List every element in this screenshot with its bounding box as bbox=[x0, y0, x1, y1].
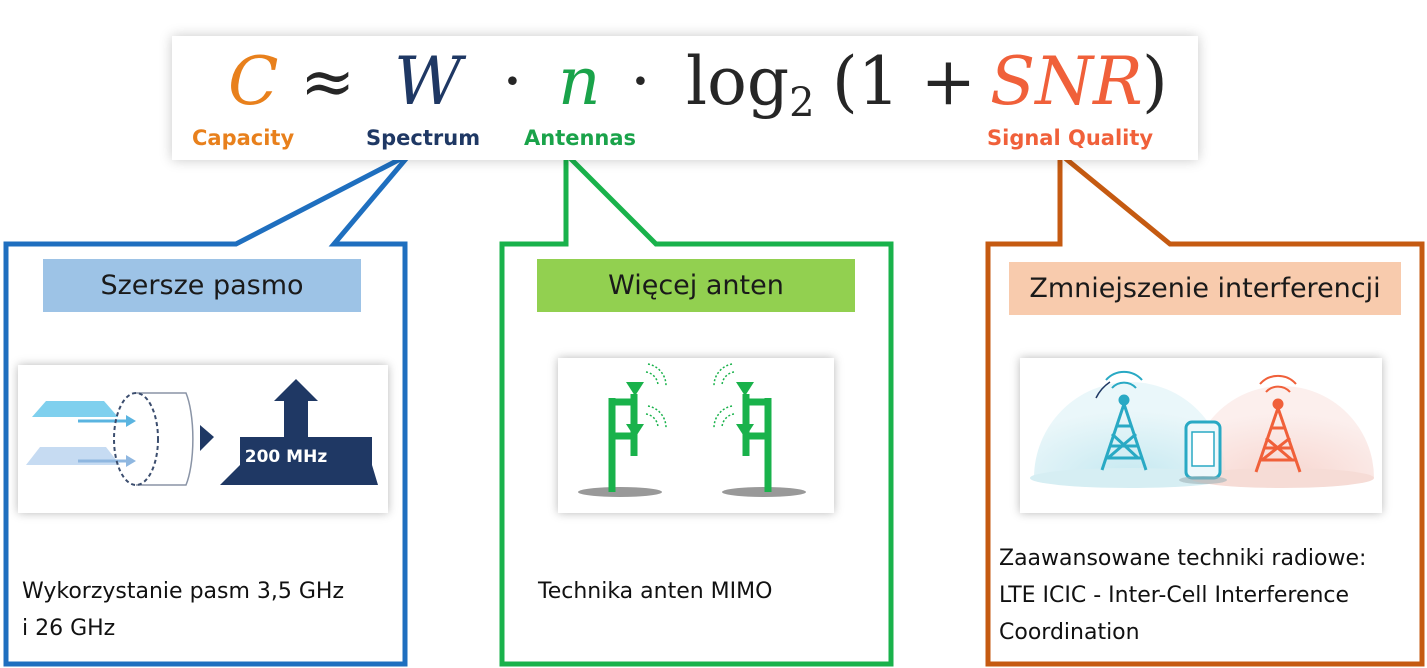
antenna-left-icon bbox=[578, 363, 667, 497]
paren-one-plus: (1 + bbox=[832, 43, 977, 120]
capacity-label: Capacity bbox=[192, 126, 295, 150]
interference-reduction-heading: Zmniejszenie interferencji bbox=[1009, 262, 1401, 315]
antennas-symbol: n bbox=[558, 43, 601, 120]
dot-symbol: · bbox=[502, 43, 523, 120]
formula-banner: C ≈ W · n · log2 (1 + SNR ) Capacity Spe… bbox=[172, 36, 1198, 160]
antennas-label: Antennas bbox=[524, 126, 637, 150]
description-line: i 26 GHz bbox=[22, 616, 116, 641]
channel-cylinder-icon bbox=[113, 392, 214, 486]
wider-spectrum-description: Wykorzystanie pasm 3,5 GHz i 26 GHz bbox=[22, 573, 344, 647]
signal-quality-label: Signal Quality bbox=[987, 126, 1154, 150]
dot-symbol: · bbox=[630, 43, 651, 120]
log-function: log2 bbox=[686, 42, 815, 123]
description-line: Coordination bbox=[999, 620, 1140, 645]
bandwidth-badge: 200 MHz bbox=[245, 447, 328, 467]
shannon-formula: C ≈ W · n · log2 (1 + SNR ) bbox=[172, 42, 1198, 123]
more-antennas-description: Technika anten MIMO bbox=[538, 573, 772, 610]
description-line: Wykorzystanie pasm 3,5 GHz bbox=[22, 579, 345, 604]
antenna-right-icon bbox=[713, 363, 806, 497]
log-text: log bbox=[686, 43, 790, 120]
phone-icon bbox=[1179, 420, 1227, 484]
approx-symbol: ≈ bbox=[300, 43, 356, 120]
spectrum-label: Spectrum bbox=[366, 126, 481, 150]
spectrum-illustration: 200 MHz bbox=[18, 365, 388, 513]
description-line: Zaawansowane techniki radiowe: bbox=[999, 546, 1367, 571]
icic-illustration bbox=[1020, 358, 1382, 513]
capacity-symbol: C bbox=[228, 43, 279, 120]
close-paren: ) bbox=[1142, 43, 1168, 120]
spectrum-symbol: W bbox=[394, 43, 462, 120]
description-line: LTE ICIC - Inter-Cell Interference bbox=[999, 583, 1350, 608]
snr-symbol: SNR bbox=[990, 43, 1143, 120]
more-antennas-heading: Więcej anten bbox=[537, 259, 855, 312]
interference-reduction-description: Zaawansowane techniki radiowe: LTE ICIC … bbox=[999, 540, 1366, 651]
upper-band-icon bbox=[32, 401, 118, 417]
bandwidth-block-icon bbox=[220, 379, 378, 485]
wider-spectrum-heading: Szersze pasmo bbox=[43, 259, 361, 312]
mimo-illustration bbox=[558, 358, 834, 513]
log-base: 2 bbox=[789, 80, 815, 126]
description-line: Technika anten MIMO bbox=[538, 579, 773, 604]
